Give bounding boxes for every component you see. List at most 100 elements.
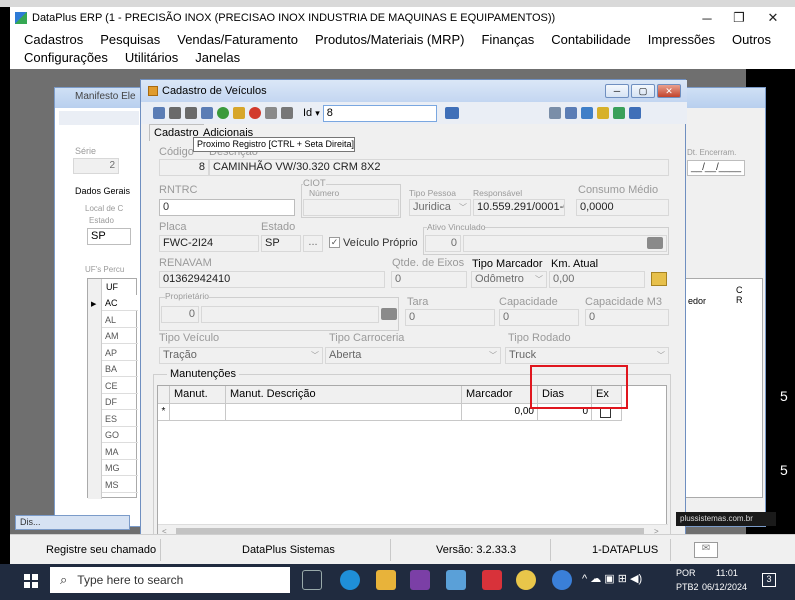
previous-record-icon[interactable] bbox=[169, 107, 181, 119]
cadastro-veiculos-dialog[interactable]: Cadastro de Veículos ─ ▢ ✕ Id ▾ 8 Cadast… bbox=[140, 79, 687, 547]
notifications-icon[interactable]: 3 bbox=[762, 573, 776, 587]
delete-icon[interactable] bbox=[249, 107, 261, 119]
grid-cell-marcador[interactable]: 0,00 bbox=[462, 404, 538, 421]
list-icon[interactable] bbox=[548, 107, 561, 119]
id-dropdown-icon[interactable]: ▾ bbox=[315, 108, 320, 119]
renavam-field[interactable]: 01362942410 bbox=[159, 271, 385, 288]
dialog-minimize-button[interactable]: ─ bbox=[605, 84, 629, 98]
uf-row[interactable]: DF bbox=[102, 394, 138, 410]
undo-icon[interactable] bbox=[281, 107, 293, 119]
uf-row[interactable]: AP bbox=[102, 345, 138, 361]
tray-icons[interactable]: ^ ☁ ▣ ⊞ ◀) bbox=[582, 572, 642, 585]
lang-2[interactable]: PTB2 bbox=[676, 582, 699, 592]
uf-row[interactable]: MG bbox=[102, 460, 138, 476]
filter-icon[interactable] bbox=[596, 107, 609, 119]
print-icon[interactable] bbox=[185, 107, 197, 119]
tipo-pessoa-select[interactable]: Juridica ﹀ bbox=[409, 199, 471, 216]
manifest-estado-select[interactable]: SP bbox=[87, 228, 131, 245]
dialog-maximize-button[interactable]: ▢ bbox=[631, 84, 655, 98]
chrome-icon[interactable] bbox=[516, 570, 536, 590]
refresh-icon[interactable] bbox=[580, 107, 593, 119]
dialog-close-button[interactable]: ✕ bbox=[657, 84, 681, 98]
ativo-descricao-field[interactable] bbox=[463, 235, 667, 252]
uf-row[interactable]: CE bbox=[102, 378, 138, 394]
serie-field[interactable]: 2 bbox=[73, 158, 119, 174]
grid-cell-descricao[interactable] bbox=[226, 404, 462, 421]
tipo-marcador-select[interactable]: Odômetro ﹀ bbox=[471, 271, 547, 288]
file-explorer-icon[interactable] bbox=[376, 570, 396, 590]
clock-time[interactable]: 11:01 bbox=[716, 568, 738, 578]
uf-row[interactable]: ES bbox=[102, 411, 138, 427]
tipo-rodado-select[interactable]: Truck ﹀ bbox=[505, 347, 669, 364]
taskbar-search-input[interactable]: ⌕ Type here to search bbox=[50, 567, 290, 593]
proprietario-nome-field[interactable] bbox=[201, 306, 379, 323]
uf-row[interactable]: AL bbox=[102, 312, 138, 328]
settings-icon[interactable] bbox=[446, 570, 466, 590]
uf-row[interactable]: AC bbox=[102, 295, 138, 311]
uf-row[interactable]: MS bbox=[102, 477, 138, 493]
id-search-input[interactable]: 8 bbox=[322, 104, 437, 122]
registre-chamado-link[interactable]: Registre seu chamado bbox=[46, 544, 156, 556]
windows-start-icon[interactable] bbox=[24, 574, 38, 588]
edit-icon[interactable] bbox=[233, 107, 245, 119]
save-disk-icon[interactable] bbox=[265, 107, 277, 119]
proprietario-search-icon[interactable] bbox=[381, 308, 397, 320]
uf-row[interactable]: AM bbox=[102, 328, 138, 344]
menu-0[interactable]: Cadastros bbox=[24, 32, 83, 47]
menu-row2-0[interactable]: Configurações bbox=[24, 50, 108, 65]
tara-field[interactable]: 0 bbox=[405, 309, 495, 326]
capacidade-field[interactable]: 0 bbox=[499, 309, 579, 326]
edge-icon[interactable] bbox=[340, 570, 360, 590]
rntrc-field[interactable]: 0 bbox=[159, 199, 295, 216]
grid-header-manut[interactable]: Manut. bbox=[170, 386, 226, 404]
grid-header-marcador[interactable]: Marcador bbox=[462, 386, 538, 404]
proprietario-id-field[interactable]: 0 bbox=[161, 306, 199, 323]
export-icon[interactable] bbox=[612, 107, 625, 119]
ativo-id-field[interactable]: 0 bbox=[425, 235, 461, 252]
veiculo-proprio-checkbox[interactable]: ✓ bbox=[329, 237, 340, 248]
uf-row[interactable]: GO bbox=[102, 427, 138, 443]
ciot-numero-field[interactable] bbox=[303, 199, 399, 216]
find-icon[interactable] bbox=[564, 107, 577, 119]
task-view-icon[interactable] bbox=[302, 570, 322, 590]
lang-1[interactable]: POR bbox=[676, 568, 696, 578]
estado-lookup-button[interactable]: ... bbox=[303, 235, 323, 252]
app-icon[interactable] bbox=[410, 570, 430, 590]
placa-field[interactable]: FWC-2I24 bbox=[159, 235, 259, 252]
menu-7[interactable]: Outros bbox=[732, 32, 771, 47]
mail-icon[interactable]: ✉ bbox=[694, 542, 718, 558]
menu-icon[interactable] bbox=[628, 107, 641, 119]
eixos-field[interactable]: 0 bbox=[391, 271, 467, 288]
menu-row2-1[interactable]: Utilitários bbox=[125, 50, 178, 65]
save-icon[interactable] bbox=[201, 107, 213, 119]
internet-explorer-icon[interactable] bbox=[552, 570, 572, 590]
uf-row[interactable]: BA bbox=[102, 361, 138, 377]
first-record-icon[interactable] bbox=[153, 107, 165, 119]
menu-2[interactable]: Vendas/Faturamento bbox=[177, 32, 298, 47]
km-history-icon[interactable] bbox=[651, 272, 667, 286]
menu-3[interactable]: Produtos/Materiais (MRP) bbox=[315, 32, 465, 47]
menu-6[interactable]: Impressões bbox=[648, 32, 715, 47]
close-button[interactable]: ✕ bbox=[756, 7, 790, 29]
menu-1[interactable]: Pesquisas bbox=[100, 32, 160, 47]
capacidade-m3-field[interactable]: 0 bbox=[585, 309, 669, 326]
km-atual-field[interactable]: 0,00 bbox=[549, 271, 645, 288]
menu-5[interactable]: Contabilidade bbox=[551, 32, 631, 47]
manifest-tab-dados-gerais[interactable]: Dados Gerais bbox=[75, 186, 130, 196]
consumo-medio-field[interactable]: 0,0000 bbox=[576, 199, 669, 216]
minimized-window-bar[interactable]: Dis... bbox=[15, 515, 130, 530]
clock-date[interactable]: 06/12/2024 bbox=[702, 582, 747, 592]
ativo-search-icon[interactable] bbox=[647, 237, 663, 249]
dt-encerram-field[interactable]: __/__/____ bbox=[687, 160, 745, 176]
manifest-window[interactable]: Manifesto Ele Série 2 Dados Gerais Local… bbox=[54, 87, 144, 527]
minimize-button[interactable]: ─ bbox=[690, 7, 724, 29]
responsavel-field[interactable]: 10.559.291/0001-06 bbox=[473, 199, 565, 216]
grid-header-descricao[interactable]: Manut. Descrição bbox=[226, 386, 462, 404]
grid-cell-manut[interactable] bbox=[170, 404, 226, 421]
search-go-icon[interactable] bbox=[444, 107, 459, 119]
codigo-field[interactable]: 8 bbox=[159, 159, 209, 176]
anydesk-icon[interactable] bbox=[482, 570, 502, 590]
tipo-veiculo-select[interactable]: Tração ﹀ bbox=[159, 347, 323, 364]
maximize-button[interactable]: ❐ bbox=[722, 7, 756, 29]
add-icon[interactable] bbox=[217, 107, 229, 119]
